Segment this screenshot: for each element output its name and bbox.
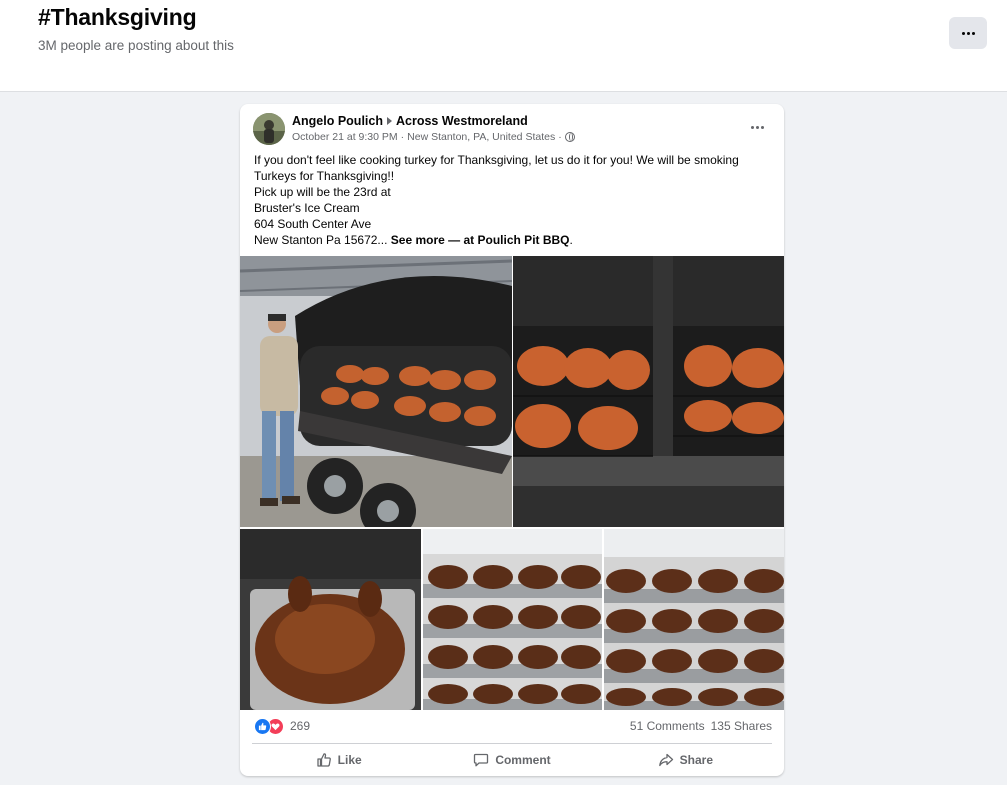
more-options-button[interactable] — [949, 17, 987, 49]
post-photo-smoker-closeup[interactable] — [513, 256, 784, 527]
post-location[interactable]: New Stanton, PA, United States — [407, 131, 555, 143]
reaction-icons — [254, 717, 284, 735]
reactions-summary[interactable]: 269 — [254, 716, 310, 736]
like-label: Like — [337, 753, 362, 767]
more-horizontal-icon — [750, 125, 764, 129]
page-title: #Thanksgiving — [38, 4, 197, 30]
post-photo-turkey-trays-2[interactable] — [604, 529, 784, 710]
post-photo-turkey-trays[interactable] — [423, 529, 602, 710]
group-name[interactable]: Across Westmoreland — [396, 114, 528, 128]
post-text-prefix: New Stanton Pa 15672... — [254, 233, 388, 247]
at-text: — at — [448, 233, 475, 247]
post-timestamp[interactable]: October 21 at 9:30 PM — [292, 131, 398, 143]
period: . — [569, 233, 573, 247]
thumbs-up-icon — [317, 753, 331, 767]
post-options-button[interactable] — [745, 117, 769, 137]
like-button[interactable]: Like — [252, 748, 425, 772]
share-label: Share — [679, 753, 713, 767]
comment-icon — [474, 753, 489, 767]
author-name[interactable]: Angelo Poulich — [292, 114, 383, 128]
comment-label: Comment — [495, 753, 551, 767]
meta-separator: · — [558, 131, 562, 143]
post-text-line: If you don't feel like cooking turkey fo… — [254, 153, 739, 167]
like-reaction-icon — [254, 717, 271, 735]
meta-separator: · — [400, 131, 405, 143]
post-text: If you don't feel like cooking turkey fo… — [254, 152, 774, 248]
share-icon — [658, 753, 673, 767]
avatar[interactable] — [253, 113, 285, 145]
comment-button[interactable]: Comment — [425, 748, 598, 772]
post-text-line: Bruster's Ice Cream — [254, 201, 360, 215]
post-photo-smoker-with-man[interactable] — [240, 256, 512, 527]
post-text-line: 604 South Center Ave — [254, 217, 372, 231]
globe-icon — [564, 132, 575, 142]
shares-count[interactable]: 135 Shares — [711, 719, 772, 733]
comments-count[interactable]: 51 Comments — [630, 719, 705, 733]
see-more-link[interactable]: See more — [391, 233, 445, 247]
reaction-count: 269 — [290, 719, 311, 733]
arrow-right-icon — [386, 117, 392, 125]
hashtag-header: #Thanksgiving 3M people are posting abou… — [0, 0, 1007, 92]
page-subtitle: 3M people are posting about this — [38, 38, 234, 53]
post-text-line: Turkeys for Thanksgiving!! — [254, 169, 395, 183]
post-text-line: Pick up will be the 23rd at — [254, 185, 391, 199]
divider — [252, 743, 772, 744]
share-button[interactable]: Share — [599, 748, 772, 772]
page-link[interactable]: Poulich Pit BBQ — [478, 233, 570, 247]
post-text-line-last: New Stanton Pa 15672... See more — at Po… — [254, 232, 774, 248]
post-card: Angelo Poulich Across Westmoreland Octob… — [240, 104, 784, 776]
post-author-line: Angelo Poulich Across Westmoreland — [292, 114, 528, 128]
more-horizontal-icon — [961, 31, 975, 35]
post-meta: October 21 at 9:30 PM · New Stanton, PA,… — [292, 131, 575, 143]
post-action-bar: Like Comment Share — [252, 748, 772, 772]
engagement-stats: 51 Comments 135 Shares — [630, 719, 772, 733]
post-photo-whole-turkey[interactable] — [240, 529, 421, 710]
